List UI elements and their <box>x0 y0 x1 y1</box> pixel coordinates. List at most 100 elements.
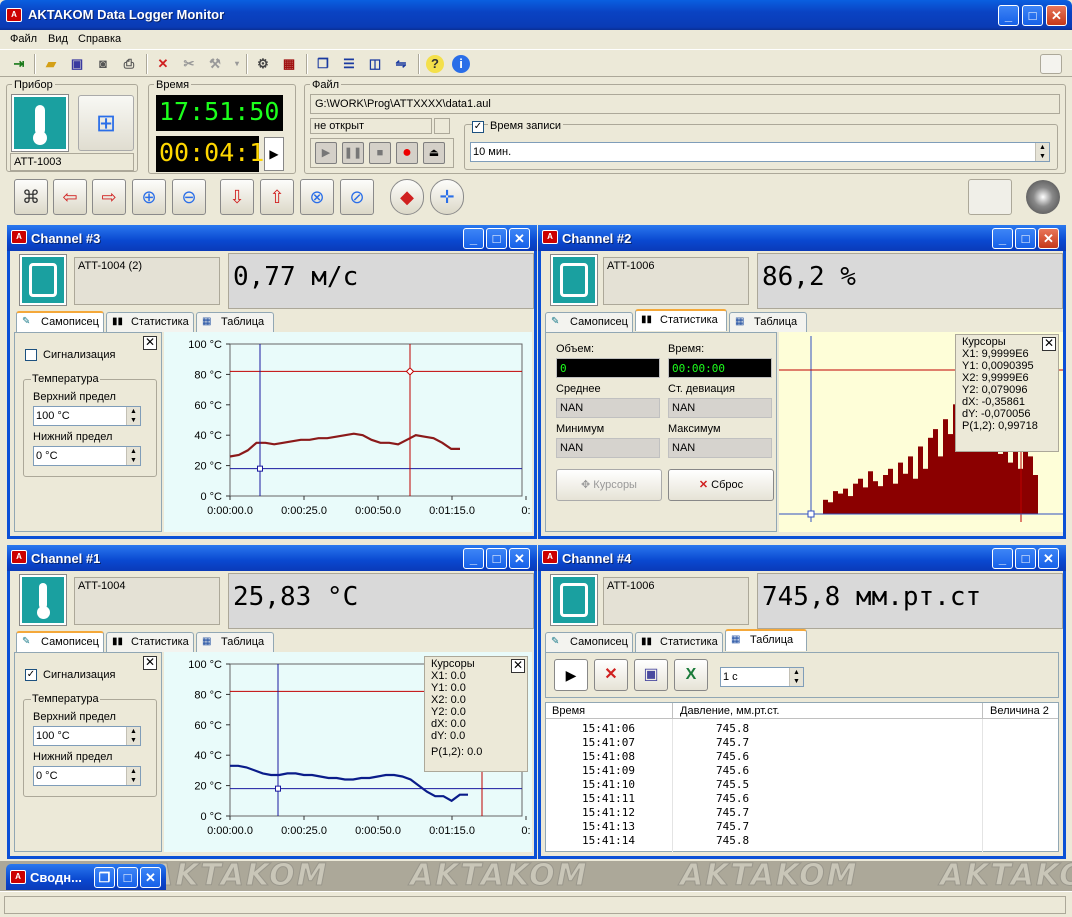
table-save-button[interactable]: ▣ <box>634 659 668 691</box>
channel-3-tab-stats[interactable]: ▮▮ Статистика <box>106 312 194 332</box>
table-interval-input[interactable]: 1 с ▲ ▼ <box>720 667 804 687</box>
help-icon[interactable]: ? <box>426 55 444 73</box>
channel-2-minimize[interactable]: _ <box>992 228 1013 249</box>
close-button[interactable]: ✕ <box>1046 5 1067 26</box>
spin-arrows-icon[interactable]: ▲ ▼ <box>1035 143 1049 161</box>
channel-1-tab-table[interactable]: ▦ Таблица <box>196 632 274 652</box>
minimized-close[interactable]: ✕ <box>140 867 161 888</box>
record-stop-button[interactable]: ■ <box>369 142 391 164</box>
save-icon[interactable]: ▣ <box>68 55 86 73</box>
timer-play-button[interactable]: ▶ <box>264 137 284 171</box>
channel-3-tab-table[interactable]: ▦ Таблица <box>196 312 274 332</box>
channel-4-tab-table[interactable]: ▦ Таблица <box>725 629 807 651</box>
channel-2-maximize[interactable]: □ <box>1015 228 1036 249</box>
upload-icon[interactable]: ⇧ <box>260 179 294 215</box>
record-time-input[interactable]: 10 мин. ▲ ▼ <box>470 142 1050 162</box>
menu-help[interactable]: Справка <box>78 33 121 45</box>
lower-limit-input[interactable]: 0 °C ▲ ▼ <box>33 446 141 466</box>
arrange-icon[interactable]: ⇋ <box>392 55 410 73</box>
data-table[interactable]: Время Давление, мм.рт.ст. Величина 2 15:… <box>545 702 1059 853</box>
minimize-button[interactable]: _ <box>998 5 1019 26</box>
alarm-checkbox[interactable]: ✓ <box>25 669 37 681</box>
channel-3-chart[interactable]: 100 °C 80 °C 60 °C 40 °C 20 °C 0 °C 0:00:00.0 0… <box>164 332 532 532</box>
upper-limit-input[interactable]: 100 °C ▲ ▼ <box>33 406 141 426</box>
spin-arrows-icon[interactable]: ▲ ▼ <box>126 407 140 425</box>
settings-up-icon[interactable]: ⊘ <box>340 179 374 215</box>
table-play-button[interactable]: ▶ <box>554 659 588 691</box>
record-time-checkbox[interactable]: ✓ <box>472 121 484 133</box>
device-scan-icon[interactable]: ⌘ <box>14 179 48 215</box>
toolbar-corner-button[interactable] <box>1040 54 1062 74</box>
close-settings-icon[interactable]: ✕ <box>143 656 157 670</box>
channel-4-tab-stats[interactable]: ▮▮ Статистика <box>635 632 723 652</box>
read-memory-icon[interactable]: ⊕ <box>132 179 166 215</box>
table-excel-button[interactable]: X <box>674 659 708 691</box>
spin-arrows-icon[interactable]: ▲ ▼ <box>126 727 140 745</box>
close-cursor-box-icon[interactable]: ✕ <box>511 659 525 673</box>
menu-view[interactable]: Вид <box>48 33 68 45</box>
minimized-window[interactable]: A Сводн... ❐ □ ✕ <box>6 864 166 890</box>
channel-2-tab-stats[interactable]: ▮▮ Статистика <box>635 309 727 331</box>
prev-icon[interactable]: ⇦ <box>53 179 87 215</box>
close-settings-icon[interactable]: ✕ <box>143 336 157 350</box>
alarm-checkbox[interactable] <box>25 349 37 361</box>
grid-icon[interactable]: ▦ <box>280 55 298 73</box>
channel-1-tab-recorder[interactable]: ✎ Самописец <box>16 631 104 653</box>
cut-icon[interactable]: ✂ <box>180 55 198 73</box>
channel-3-close[interactable]: ✕ <box>509 228 530 249</box>
close-cursor-box-icon[interactable]: ✕ <box>1042 337 1056 351</box>
channel-1-maximize[interactable]: □ <box>486 548 507 569</box>
eject-button[interactable]: ⏏ <box>423 142 445 164</box>
export-icon[interactable]: ◙ <box>94 55 112 73</box>
spin-arrows-icon[interactable]: ▲ ▼ <box>126 447 140 465</box>
chart-settings-icon[interactable]: ⚙ <box>254 55 272 73</box>
channel-2-histogram[interactable]: Курсоры ✕ X1: 9,9999E6 Y1: 0,0090395 X2:… <box>779 332 1063 532</box>
channel-1-tab-stats[interactable]: ▮▮ Статистика <box>106 632 194 652</box>
minimized-restore[interactable]: ❐ <box>94 867 115 888</box>
channel-2-tab-recorder[interactable]: ✎ Самописец <box>545 312 633 332</box>
channel-1-chart[interactable]: 100 °C 80 °C 60 °C 40 °C 20 °C 0 °C 0:00:00.0 0… <box>164 652 532 852</box>
channel-3-maximize[interactable]: □ <box>486 228 507 249</box>
next-icon[interactable]: ⇨ <box>92 179 126 215</box>
tools-icon[interactable]: ⚒ <box>206 55 224 73</box>
channel-3-minimize[interactable]: _ <box>463 228 484 249</box>
channel-3-tab-recorder[interactable]: ✎ Самописец <box>16 311 104 333</box>
maximize-button[interactable]: □ <box>1022 5 1043 26</box>
lower-limit-input[interactable]: 0 °C ▲ ▼ <box>33 766 141 786</box>
delete-icon[interactable]: ✕ <box>154 55 172 73</box>
settings-down-icon[interactable]: ⊗ <box>300 179 334 215</box>
connect-device-icon[interactable]: ⊞ <box>78 95 134 151</box>
menu-file[interactable]: Файл <box>10 33 37 45</box>
info-icon[interactable]: i <box>452 55 470 73</box>
channel-1-close[interactable]: ✕ <box>509 548 530 569</box>
speaker-icon[interactable] <box>1026 180 1060 214</box>
tile-horizontal-icon[interactable]: ☰ <box>340 55 358 73</box>
cursors-button[interactable]: ✥ Курсоры <box>556 469 662 501</box>
record-start-button[interactable]: ● <box>396 142 418 164</box>
channel-4-minimize[interactable]: _ <box>992 548 1013 569</box>
minimized-maximize[interactable]: □ <box>117 867 138 888</box>
tile-vertical-icon[interactable]: ◫ <box>366 55 384 73</box>
spin-arrows-icon[interactable]: ▲ ▼ <box>126 767 140 785</box>
tools-dropdown-icon[interactable]: ▾ <box>228 55 246 73</box>
reset-button[interactable]: ✕ Сброс <box>668 469 774 501</box>
device-thermometer-icon[interactable] <box>11 94 69 152</box>
record-pause-button[interactable]: ❚❚ <box>342 142 364 164</box>
channel-4-close[interactable]: ✕ <box>1038 548 1059 569</box>
download-icon[interactable]: ⇩ <box>220 179 254 215</box>
upper-limit-input[interactable]: 100 °C ▲ ▼ <box>33 726 141 746</box>
channel-2-close[interactable]: ✕ <box>1038 228 1059 249</box>
channel-4-maximize[interactable]: □ <box>1015 548 1036 569</box>
spin-arrows-icon[interactable]: ▲ ▼ <box>789 668 803 686</box>
cascade-icon[interactable]: ❐ <box>314 55 332 73</box>
channel-2-tab-table[interactable]: ▦ Таблица <box>729 312 807 332</box>
table-clear-button[interactable]: ✕ <box>594 659 628 691</box>
write-memory-icon[interactable]: ⊖ <box>172 179 206 215</box>
channel-4-tab-recorder[interactable]: ✎ Самописец <box>545 632 633 652</box>
record-play-button[interactable]: ▶ <box>315 142 337 164</box>
print-icon[interactable]: ⎙ <box>120 55 138 73</box>
open-folder-icon[interactable]: ▰ <box>42 55 60 73</box>
crosshair-icon[interactable]: ✛ <box>430 179 464 215</box>
exit-icon[interactable]: ⇥ <box>10 55 28 73</box>
channel-1-minimize[interactable]: _ <box>463 548 484 569</box>
